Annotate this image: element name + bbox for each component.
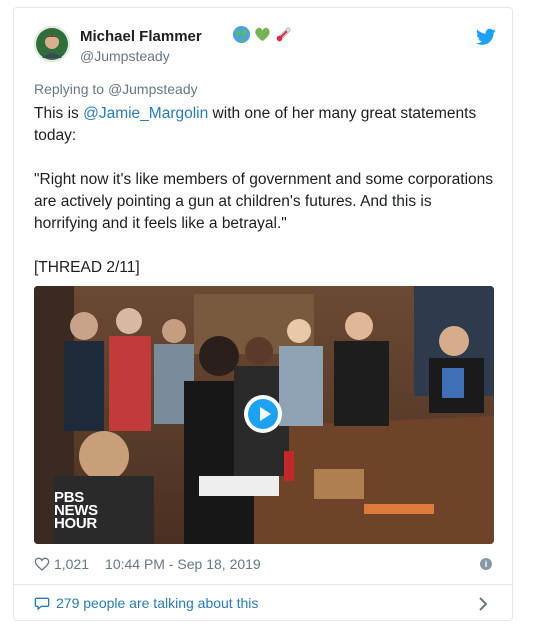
author-name[interactable]: Michael Flammer <box>80 28 202 45</box>
watermark-line-3: HOUR <box>54 515 97 532</box>
avatar[interactable] <box>34 26 70 62</box>
pbs-newshour-logo: PBS NEWS HOUR <box>54 490 98 532</box>
green-heart-icon <box>255 27 270 42</box>
tweet-paragraph-intro: This is @Jamie_Margolin with one of her … <box>34 103 494 147</box>
speech-bubble-icon <box>34 597 50 611</box>
info-icon[interactable]: i <box>480 558 492 570</box>
talking-about-label: 279 people are talking about this <box>56 595 259 611</box>
talking-about-link[interactable]: 279 people are talking about this <box>34 595 258 611</box>
author-handle[interactable]: @Jumpsteady <box>80 48 170 64</box>
thermometer-icon <box>276 27 291 42</box>
globe-icon <box>232 25 251 44</box>
thread-label: [THREAD 2/11] <box>34 259 140 276</box>
text-intro: This is <box>34 105 84 122</box>
play-button[interactable] <box>244 395 282 433</box>
author-emojis <box>232 25 293 44</box>
replying-to: Replying to @Jumpsteady <box>34 81 198 97</box>
mention-link[interactable]: @Jamie_Margolin <box>83 105 208 122</box>
replying-to-prefix: Replying to <box>34 81 108 97</box>
play-icon <box>248 399 278 429</box>
video-player[interactable]: PBS NEWS HOUR <box>34 286 494 544</box>
like-count[interactable]: 1,021 <box>54 556 89 572</box>
replying-to-handle[interactable]: @Jumpsteady <box>108 81 198 97</box>
tweet-header: Michael Flammer @Jumpsteady <box>34 25 496 70</box>
tweet-quote: "Right now it's like members of governme… <box>34 171 494 232</box>
timestamp[interactable]: 10:44 PM - Sep 18, 2019 <box>105 556 261 572</box>
divider <box>14 584 512 585</box>
chevron-right-icon[interactable] <box>478 597 488 611</box>
tweet-card: Michael Flammer @Jumpsteady Replying to … <box>13 7 513 621</box>
twitter-bird-icon[interactable] <box>476 28 496 46</box>
tweet-text: This is @Jamie_Margolin with one of her … <box>34 103 494 279</box>
heart-icon[interactable] <box>34 556 50 572</box>
tweet-meta: 1,021 10:44 PM - Sep 18, 2019 <box>34 556 261 572</box>
